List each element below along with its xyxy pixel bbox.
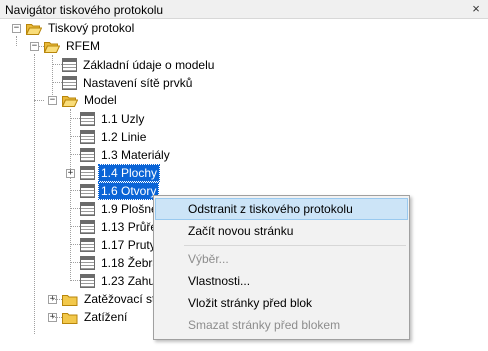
tree-node-hinges[interactable]: 1.23 Zahus <box>80 272 163 290</box>
tree-node-openings[interactable]: 1.6 Otvory <box>80 182 160 200</box>
table-icon <box>80 112 95 126</box>
tree-node-nodes[interactable]: 1.1 Uzly <box>80 110 146 128</box>
tree-line <box>70 109 71 281</box>
tree-line <box>70 190 80 191</box>
close-icon[interactable]: × <box>468 1 484 17</box>
tree-node-model-info[interactable]: Základní údaje o modelu <box>62 56 216 74</box>
menu-item-selection: Výběr... <box>155 248 408 270</box>
collapse-toggle[interactable]: − <box>48 96 57 105</box>
tree-line <box>52 299 62 300</box>
menu-item-label: Vložit stránky před blok <box>188 296 313 310</box>
tree-label: Základní údaje o modelu <box>83 58 215 72</box>
tree-node-materials[interactable]: 1.3 Materiály <box>80 146 172 164</box>
table-icon <box>80 130 95 144</box>
table-icon <box>62 76 77 90</box>
expand-toggle[interactable]: + <box>66 169 75 178</box>
tree-line <box>70 262 80 263</box>
tree-label: RFEM <box>66 39 100 53</box>
table-icon <box>80 238 95 252</box>
tree-node-ribs[interactable]: 1.18 Žebra <box>80 254 161 272</box>
tree-node-loads[interactable]: Zatížení <box>62 308 129 326</box>
menu-item-insert-pages-before-block[interactable]: Vložit stránky před blok <box>155 292 408 314</box>
folder-open-icon <box>43 40 61 53</box>
menu-item-label: Smazat stránky před blokem <box>188 318 341 332</box>
tree-node-mesh-settings[interactable]: Nastavení sítě prvků <box>62 74 194 92</box>
tree-line <box>52 64 62 65</box>
panel-header: Navigátor tiskového protokolu × <box>0 0 488 19</box>
folder-open-icon <box>61 94 79 107</box>
tree-line <box>52 82 62 83</box>
table-icon <box>80 166 95 180</box>
tree-line <box>34 54 35 334</box>
table-icon <box>80 184 95 198</box>
tree-label: 1.13 Průře <box>101 220 158 234</box>
menu-item-properties[interactable]: Vlastnosti... <box>155 270 408 292</box>
tree-label: Tiskový protokol <box>48 21 135 35</box>
menu-separator <box>184 245 406 246</box>
folder-icon <box>62 293 78 306</box>
table-icon <box>62 58 77 72</box>
collapse-toggle[interactable]: − <box>12 24 21 33</box>
tree-line <box>70 154 80 155</box>
menu-item-label: Začít novou stránku <box>188 224 294 238</box>
context-menu: Odstranit z tiskového protokolu Začít no… <box>153 195 410 340</box>
table-icon <box>80 220 95 234</box>
tree-label: 1.2 Linie <box>101 130 147 144</box>
table-icon <box>80 256 95 270</box>
tree-line <box>34 100 44 101</box>
folder-open-icon <box>25 22 43 35</box>
tree-label: 1.18 Žebra <box>101 256 160 270</box>
menu-item-label: Výběr... <box>188 252 229 266</box>
panel-title: Navigátor tiskového protokolu <box>5 3 164 17</box>
menu-item-remove-from-report[interactable]: Odstranit z tiskového protokolu <box>155 198 408 220</box>
tree-line <box>70 244 80 245</box>
menu-item-delete-pages-before-block: Smazat stránky před blokem <box>155 314 408 336</box>
menu-item-label: Vlastnosti... <box>188 274 251 288</box>
tree-label: Nastavení sítě prvků <box>83 76 193 90</box>
tree-node-lines[interactable]: 1.2 Linie <box>80 128 148 146</box>
menu-item-start-new-page[interactable]: Začít novou stránku <box>155 220 408 242</box>
tree-label: 1.6 Otvory <box>97 182 160 200</box>
collapse-toggle[interactable]: − <box>30 42 39 51</box>
tree-node-root[interactable]: Tiskový protokol <box>25 19 136 37</box>
table-icon <box>80 274 95 288</box>
tree-label: 1.1 Uzly <box>101 112 145 126</box>
tree-label: 1.4 Plochy <box>97 164 161 182</box>
tree-node-surface-supports[interactable]: 1.9 Plošné <box>80 200 160 218</box>
tree-line <box>70 226 80 227</box>
tree-node-rfem[interactable]: RFEM <box>43 37 102 55</box>
tree-label: 1.3 Materiály <box>101 148 170 162</box>
table-icon <box>80 202 95 216</box>
table-icon <box>80 148 95 162</box>
tree-node-model[interactable]: Model <box>61 91 119 109</box>
tree-line <box>70 118 80 119</box>
tree-line <box>70 208 80 209</box>
tree-node-surfaces[interactable]: 1.4 Plochy <box>80 164 161 182</box>
tree-line <box>70 136 80 137</box>
tree-label: 1.17 Pruty <box>101 238 156 252</box>
tree-label: Zatěžovací sta <box>84 292 163 306</box>
tree-label: Zatížení <box>84 310 128 324</box>
tree-node-load-cases[interactable]: Zatěžovací sta <box>62 290 164 308</box>
tree-node-members[interactable]: 1.17 Pruty <box>80 236 158 254</box>
tree-line <box>70 280 80 281</box>
tree-node-sections[interactable]: 1.13 Průře <box>80 218 159 236</box>
tree-line <box>52 317 62 318</box>
tree-label: 1.9 Plošné <box>101 202 158 216</box>
tree-label: Model <box>84 93 117 107</box>
tree-line <box>16 36 17 46</box>
menu-item-label: Odstranit z tiskového protokolu <box>188 202 353 216</box>
folder-icon <box>62 311 78 324</box>
